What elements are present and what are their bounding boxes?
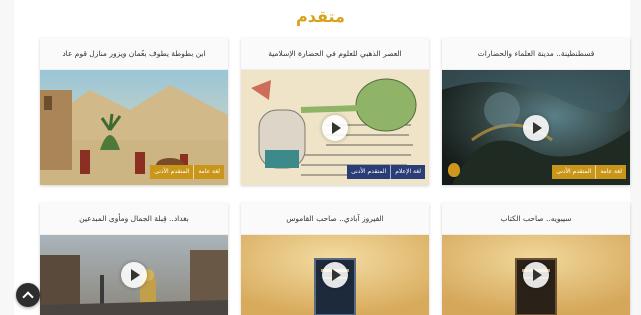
tag-level[interactable]: لغة عامة — [596, 165, 626, 179]
video-card[interactable]: سيبويه.. صاحب الكتاب — [442, 203, 630, 315]
card-title[interactable]: بغداد.. قِبلة الجمال ومأوى المبدعين — [40, 203, 228, 235]
card-thumbnail[interactable]: لغة عامة المتقدم الأدنى — [40, 70, 228, 185]
tag-level[interactable]: لغة الإعلام — [391, 165, 425, 179]
tag-level[interactable]: لغة عامة — [194, 165, 224, 179]
play-icon[interactable] — [322, 262, 348, 288]
video-card[interactable]: العصر الذهبي للعلوم في الحضارة الإسلامية… — [241, 38, 429, 185]
card-thumbnail[interactable]: لغة الإعلام المتقدم الأدنى — [241, 70, 429, 185]
video-card[interactable]: قسطنطينة.. مدينة العلماء والحضارات لغة ع… — [442, 38, 630, 185]
card-thumbnail[interactable] — [40, 235, 228, 315]
card-title[interactable]: قسطنطينة.. مدينة العلماء والحضارات — [442, 38, 630, 70]
play-icon[interactable] — [523, 262, 549, 288]
card-title[interactable]: الفيروز آبادي.. صاحب القاموس — [241, 203, 429, 235]
channel-logo-icon — [448, 163, 460, 177]
card-tags: لغة الإعلام المتقدم الأدنى — [347, 165, 425, 179]
card-tags: لغة عامة المتقدم الأدنى — [552, 165, 626, 179]
tag-category[interactable]: المتقدم الأدنى — [150, 165, 195, 179]
video-card[interactable]: الفيروز آبادي.. صاحب القاموس — [241, 203, 429, 315]
card-thumbnail[interactable] — [442, 235, 630, 315]
tag-category[interactable]: المتقدم الأدنى — [552, 165, 597, 179]
video-card[interactable]: بغداد.. قِبلة الجمال ومأوى المبدعين — [40, 203, 228, 315]
video-card[interactable]: ابن بطوطة يطوف بعُمان ويزور منازل قوم عا… — [40, 38, 228, 185]
play-icon[interactable] — [523, 114, 549, 141]
card-tags: لغة عامة المتقدم الأدنى — [150, 165, 224, 179]
chevron-up-icon[interactable] — [16, 283, 40, 307]
card-title[interactable]: العصر الذهبي للعلوم في الحضارة الإسلامية — [241, 38, 429, 70]
card-title[interactable]: ابن بطوطة يطوف بعُمان ويزور منازل قوم عا… — [40, 38, 228, 70]
play-icon[interactable] — [322, 114, 348, 141]
card-title[interactable]: سيبويه.. صاحب الكتاب — [442, 203, 630, 235]
section-title: متقدم — [296, 7, 345, 26]
play-icon[interactable] — [121, 262, 147, 288]
tag-category[interactable]: المتقدم الأدنى — [347, 165, 392, 179]
card-thumbnail[interactable]: لغة عامة المتقدم الأدنى — [442, 70, 630, 185]
card-thumbnail[interactable] — [241, 235, 429, 315]
